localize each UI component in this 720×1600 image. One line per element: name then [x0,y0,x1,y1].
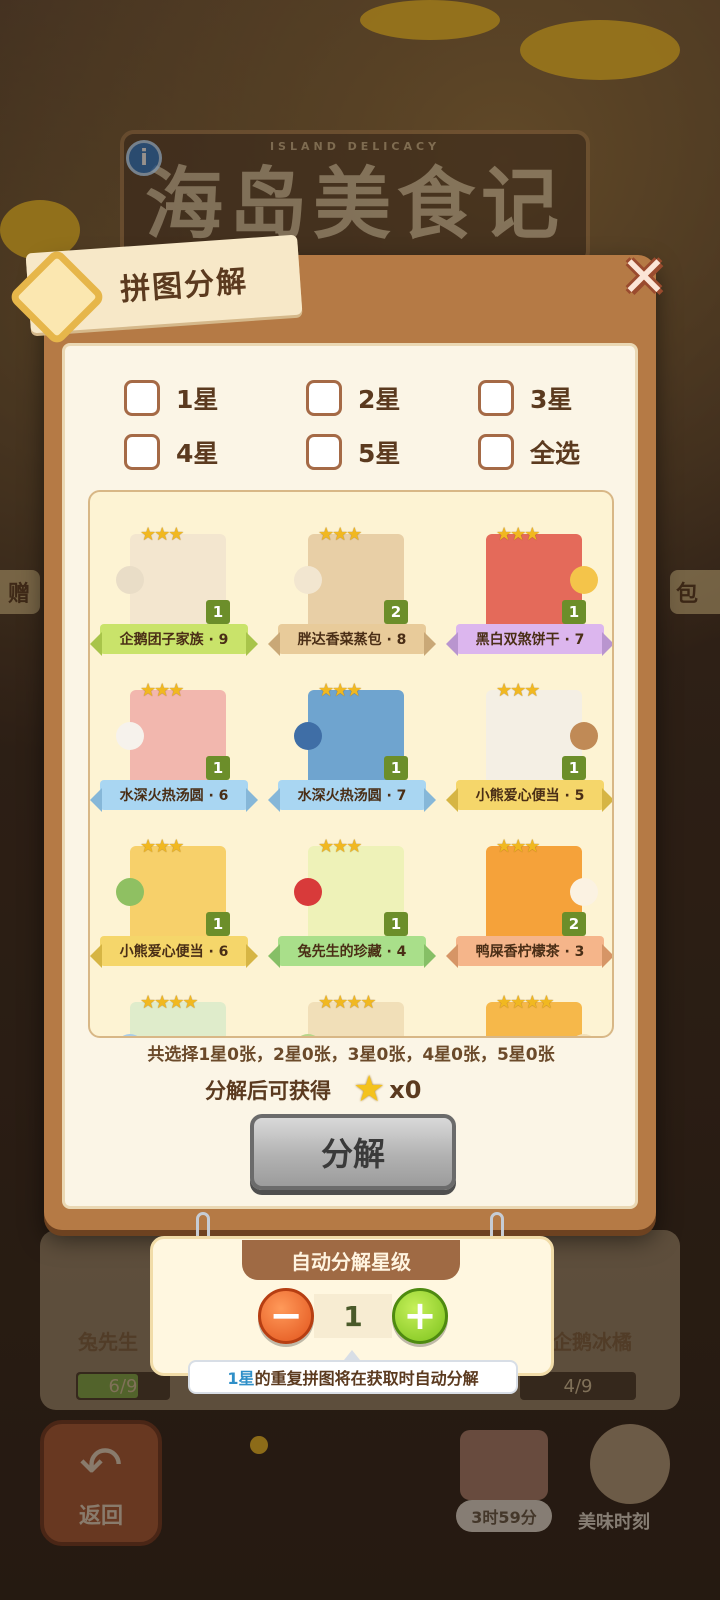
star-rating: ★★★ [496,836,540,857]
piece-name-ribbon: 水深火热汤圆 · 6 [90,780,258,812]
filter-3-star[interactable]: 3星 [478,380,572,416]
piece-name-ribbon: 企鹅团子家族 · 9 [90,624,258,656]
puzzle-piece[interactable]: ★★★ 1 兔先生的珍藏 · 4 [268,816,436,974]
piece-name-ribbon: 黑白双煞饼干 · 7 [446,624,612,656]
puzzle-piece[interactable]: ★★★ 1 水深火热汤圆 · 6 [90,660,258,818]
puzzle-piece[interactable]: ★★★★ [272,972,432,1036]
puzzle-piece[interactable]: ★★★ 1 小熊爱心便当 · 5 [446,660,612,818]
star-rating: ★★★ [140,680,184,701]
filter-select-all[interactable]: 全选 [478,434,580,470]
reward-label: 分解后可获得 [205,1079,331,1103]
puzzle-knob [294,566,322,594]
puzzle-knob [570,878,598,906]
minus-icon[interactable]: − [258,1288,314,1344]
piece-name-ribbon: 鸭屎香柠檬茶 · 3 [446,936,612,968]
puzzle-piece[interactable]: ★★★ 1 水深火热汤圆 · 7 [268,660,436,818]
puzzle-grid: ★★★ 1 企鹅团子家族 · 9 ★★★ 2 胖达香菜蒸包 · 8 ★★★ 1 黑白双煞饼干 ·… [88,490,614,1038]
piece-count-badge: 1 [206,600,230,624]
auto-decompose-tip: 1星 的重复拼图将在获取时自动分解 [188,1360,518,1394]
checkbox[interactable] [306,434,342,470]
checkbox[interactable] [478,434,514,470]
dialog-title: 拼图分解 [119,264,250,309]
star-rating: ★★★ [140,524,184,545]
star-rating: ★★★ [496,524,540,545]
puzzle-knob [116,878,144,906]
star-rating: ★★★★ [496,992,555,1013]
star-level-value: 1 [314,1294,392,1338]
puzzle-knob [116,566,144,594]
tip-highlight: 1星 [227,1369,255,1388]
star-rating: ★★★★ [140,992,199,1013]
reward-value: x0 [389,1076,422,1104]
piece-count-badge: 1 [384,912,408,936]
puzzle-knob [116,722,144,750]
checkbox[interactable] [478,380,514,416]
puzzle-piece[interactable]: ★★★ 2 鸭屎香柠檬茶 · 3 [446,816,612,974]
piece-count-badge: 1 [562,756,586,780]
plus-icon[interactable]: + [392,1288,448,1344]
puzzle-knob [294,722,322,750]
piece-name-ribbon: 小熊爱心便当 · 5 [446,780,612,812]
star-rating: ★★★ [318,524,362,545]
piece-count-badge: 2 [384,600,408,624]
star-rating: ★★★★ [318,992,377,1013]
star-icon: ★ [353,1069,386,1110]
checkbox[interactable] [124,434,160,470]
puzzle-piece[interactable]: ★★★ 1 小熊爱心便当 · 6 [90,816,258,974]
piece-name-ribbon: 胖达香菜蒸包 · 8 [268,624,436,656]
puzzle-knob [570,566,598,594]
piece-count-badge: 1 [206,912,230,936]
puzzle-piece[interactable]: ★★★ 1 企鹅团子家族 · 9 [90,504,258,662]
filter-4-star[interactable]: 4星 [124,434,218,470]
puzzle-piece[interactable]: ★★★★ [450,972,610,1036]
star-rating: ★★★ [140,836,184,857]
piece-count-badge: 1 [206,756,230,780]
tip-text: 的重复拼图将在获取时自动分解 [254,1369,479,1388]
tip-caret [344,1350,360,1360]
piece-name-ribbon: 水深火热汤圆 · 7 [268,780,436,812]
filter-1-star[interactable]: 1星 [124,380,218,416]
puzzle-knob [294,878,322,906]
piece-count-badge: 1 [384,756,408,780]
puzzle-piece[interactable]: ★★★ 1 黑白双煞饼干 · 7 [446,504,612,662]
filter-5-star[interactable]: 5星 [306,434,400,470]
star-rating: ★★★ [318,836,362,857]
piece-name-ribbon: 兔先生的珍藏 · 4 [268,936,436,968]
selection-summary: 共选择1星0张，2星0张，3星0张，4星0张，5星0张 [147,1045,555,1065]
filter-2-star[interactable]: 2星 [306,380,400,416]
reward-row: 分解后可获得 ★ x0 [205,1070,421,1110]
puzzle-knob [570,722,598,750]
checkbox[interactable] [124,380,160,416]
puzzle-piece[interactable]: ★★★★ [94,972,254,1036]
star-rating: ★★★ [496,680,540,701]
auto-decompose-title: 自动分解星级 [242,1240,460,1280]
decompose-button[interactable]: 分解 [250,1114,456,1190]
piece-count-badge: 1 [562,600,586,624]
checkbox[interactable] [306,380,342,416]
star-rating: ★★★ [318,680,362,701]
piece-name-ribbon: 小熊爱心便当 · 6 [90,936,258,968]
piece-count-badge: 2 [562,912,586,936]
close-icon[interactable]: ✕ [616,250,672,306]
puzzle-piece[interactable]: ★★★ 2 胖达香菜蒸包 · 8 [268,504,436,662]
